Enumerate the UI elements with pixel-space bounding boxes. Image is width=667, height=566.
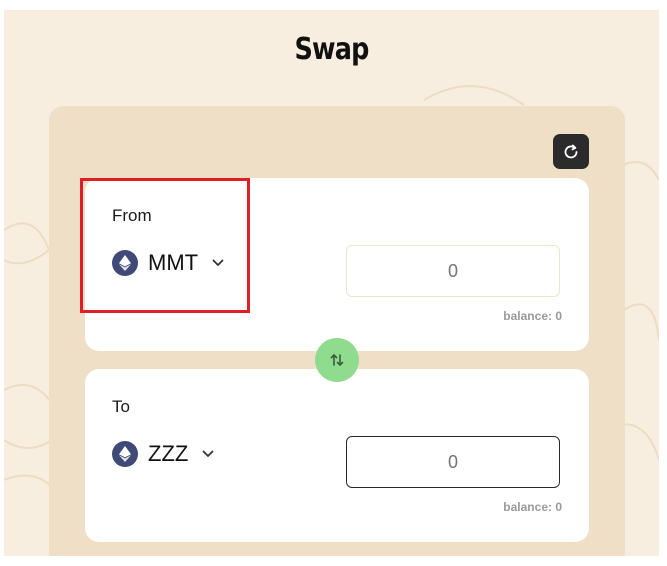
to-token-name: ZZZ xyxy=(148,441,189,466)
chevron-down-icon xyxy=(202,450,214,457)
from-token-name: MMT xyxy=(148,250,199,275)
from-token-select[interactable]: MMT xyxy=(112,250,224,276)
refresh-button[interactable] xyxy=(553,134,589,169)
swap-arrows-icon xyxy=(330,354,344,366)
from-label: From xyxy=(112,206,152,225)
to-balance: balance: 0 xyxy=(503,500,562,514)
from-amount-input[interactable] xyxy=(346,245,560,297)
switch-tokens-button[interactable] xyxy=(315,338,359,382)
refresh-icon xyxy=(564,144,578,158)
to-label: To xyxy=(112,397,130,416)
ethereum-icon xyxy=(112,441,138,467)
page-title: Swap xyxy=(294,32,369,67)
ethereum-icon xyxy=(112,250,138,276)
to-amount-input[interactable] xyxy=(346,436,560,488)
swap-page: Swap From MMT 0 balance: 0 To ZZZ 0 bala… xyxy=(4,10,659,556)
to-token-select[interactable]: ZZZ xyxy=(112,441,214,467)
from-balance: balance: 0 xyxy=(503,309,562,323)
swap-panel: From MMT balance: 0 xyxy=(49,106,625,556)
from-card: From MMT balance: 0 xyxy=(85,178,589,351)
chevron-down-icon xyxy=(212,259,224,266)
to-card: To ZZZ balance: 0 xyxy=(85,369,589,542)
